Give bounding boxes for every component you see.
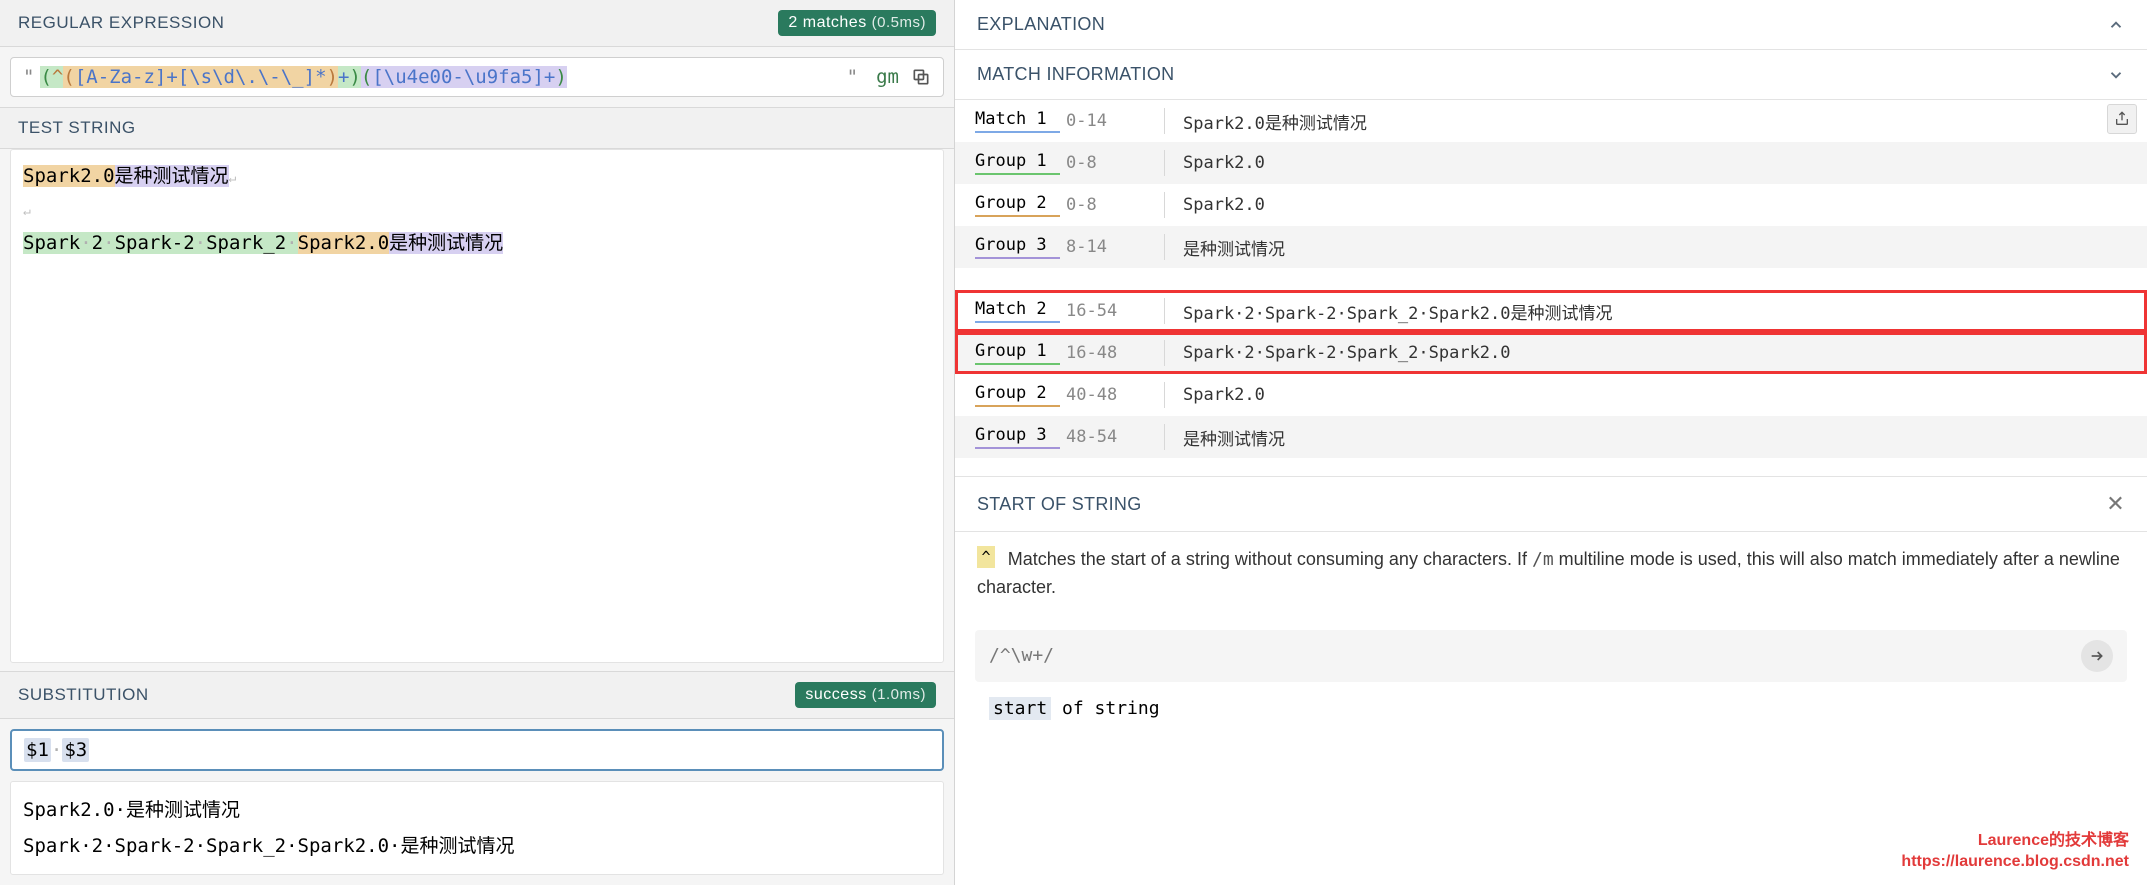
match-value: 是种测试情况 [1183,425,2127,450]
caret-token: ^ [977,546,995,568]
match-range: 40-48 [1066,385,1146,405]
regex-header-title: REGULAR EXPRESSION [18,13,224,33]
separator [1164,424,1165,450]
match-label: Group 2 [975,383,1060,407]
match-label: Match 1 [975,109,1060,133]
separator [1164,298,1165,324]
start-of-string-title: START OF STRING [977,494,1142,515]
regex-input[interactable]: " (^([A-Za-z]+[\s\d\.\-\_]*)+)([\u4e00-\… [10,57,944,97]
match-value: Spark2.0 [1183,153,2127,173]
newline-icon: ↵ [229,171,237,186]
match-label: Group 3 [975,425,1060,449]
match-label: Group 3 [975,235,1060,259]
test-line-2: Spark·2·Spark-2·Spark_2·Spark2.0是种测试情况 [23,227,931,260]
test-string-header: TEST STRING [0,107,954,149]
match-value: Spark2.0 [1183,195,2127,215]
left-panel: REGULAR EXPRESSION 2 matches (0.5ms) " (… [0,0,955,885]
match-range: 48-54 [1066,427,1146,447]
match-info-title: MATCH INFORMATION [977,64,1174,85]
match-row[interactable]: Match 1 0-14 Spark2.0是种测试情况 [955,100,2147,142]
match-value: Spark2.0是种测试情况 [1183,109,2127,134]
example-code: /^\w+/ [989,645,2081,666]
subst-out-line-2: Spark·2·Spark-2·Spark_2·Spark2.0·是种测试情况 [23,828,931,864]
match-range: 16-48 [1066,343,1146,363]
success-badge: success (1.0ms) [795,682,936,708]
subst-out-line-1: Spark2.0·是种测试情况 [23,792,931,828]
separator [1164,382,1165,408]
test-line-1: Spark2.0是种测试情况↵ [23,160,931,193]
match-range: 0-14 [1066,111,1146,131]
regex-header: REGULAR EXPRESSION 2 matches (0.5ms) [0,0,954,47]
test-string-input[interactable]: Spark2.0是种测试情况↵ ↵ Spark·2·Spark-2·Spark_… [10,149,944,663]
separator [1164,234,1165,260]
regex-flags[interactable]: gm [876,66,899,88]
right-panel: EXPLANATION MATCH INFORMATION Match 1 0-1… [955,0,2147,885]
match-range: 0-8 [1066,153,1146,173]
match-value: Spark2.0 [1183,385,2127,405]
match-row[interactable]: Group 1 16-48 Spark·2·Spark-2·Spark_2·Spar… [955,332,2147,374]
separator [1164,108,1165,134]
substitution-input[interactable]: $1·$3 [10,729,944,771]
match-range: 8-14 [1066,237,1146,257]
blank-line: ↵ [23,193,931,226]
regex-delimiter-close: " [847,66,858,88]
match-row[interactable]: Group 3 8-14 是种测试情况 [955,226,2147,268]
match-range: 16-54 [1066,301,1146,321]
newline-icon: ↵ [23,204,31,219]
example-code-row: /^\w+/ [975,630,2127,682]
match-label: Group 1 [975,151,1060,175]
explanation-title: EXPLANATION [977,14,1105,35]
match-value: Spark·2·Spark-2·Spark_2·Spark2.0是种测试情况 [1183,299,2127,324]
explanation-header[interactable]: EXPLANATION [955,0,2147,50]
start-of-string-header: START OF STRING ✕ [955,476,2147,532]
close-icon[interactable]: ✕ [2106,491,2125,517]
run-example-button[interactable] [2081,640,2113,672]
matches-badge: 2 matches (0.5ms) [778,10,936,36]
match-label: Group 1 [975,341,1060,365]
match-row[interactable]: Group 2 40-48 Spark2.0 [955,374,2147,416]
explain-text: Matches the start of a string without co… [977,549,2120,597]
regex-pattern[interactable]: (^([A-Za-z]+[\s\d\.\-\_]*)+)([\u4e00-\u9… [40,66,846,88]
separator [1164,192,1165,218]
match-label: Group 2 [975,193,1060,217]
copy-icon[interactable] [911,67,931,87]
match-row[interactable]: Group 3 48-54 是种测试情况 [955,416,2147,458]
match-row[interactable]: Group 2 0-8 Spark2.0 [955,184,2147,226]
share-icon[interactable] [2107,104,2137,134]
chevron-up-icon[interactable] [2107,16,2125,34]
match-value: 是种测试情况 [1183,235,2127,260]
separator [1164,340,1165,366]
match-info-header[interactable]: MATCH INFORMATION [955,50,2147,100]
match-table: Match 10-14Spark2.0是种测试情况Group 10-8Spark… [955,100,2147,458]
match-row[interactable]: Match 2 16-54 Spark·2·Spark-2·Spark_2·Spar… [955,290,2147,332]
watermark: Laurence的技术博客 https://laurence.blog.csdn… [1901,830,2129,873]
match-value: Spark·2·Spark-2·Spark_2·Spark2.0 [1183,343,2127,363]
chevron-down-icon[interactable] [2107,66,2125,84]
substitution-title: SUBSTITUTION [18,685,149,705]
substitution-output: Spark2.0·是种测试情况 Spark·2·Spark-2·Spark_2·… [10,781,944,875]
start-of-string-explain: ^ Matches the start of a string without … [955,532,2147,616]
substitution-header: SUBSTITUTION success (1.0ms) [0,671,954,719]
match-label: Match 2 [975,299,1060,323]
separator [1164,150,1165,176]
match-row[interactable]: Group 1 0-8 Spark2.0 [955,142,2147,184]
test-string-title: TEST STRING [18,118,136,138]
regex-delimiter-open: " [23,66,34,88]
example-result: start of string [955,692,2147,735]
match-range: 0-8 [1066,195,1146,215]
